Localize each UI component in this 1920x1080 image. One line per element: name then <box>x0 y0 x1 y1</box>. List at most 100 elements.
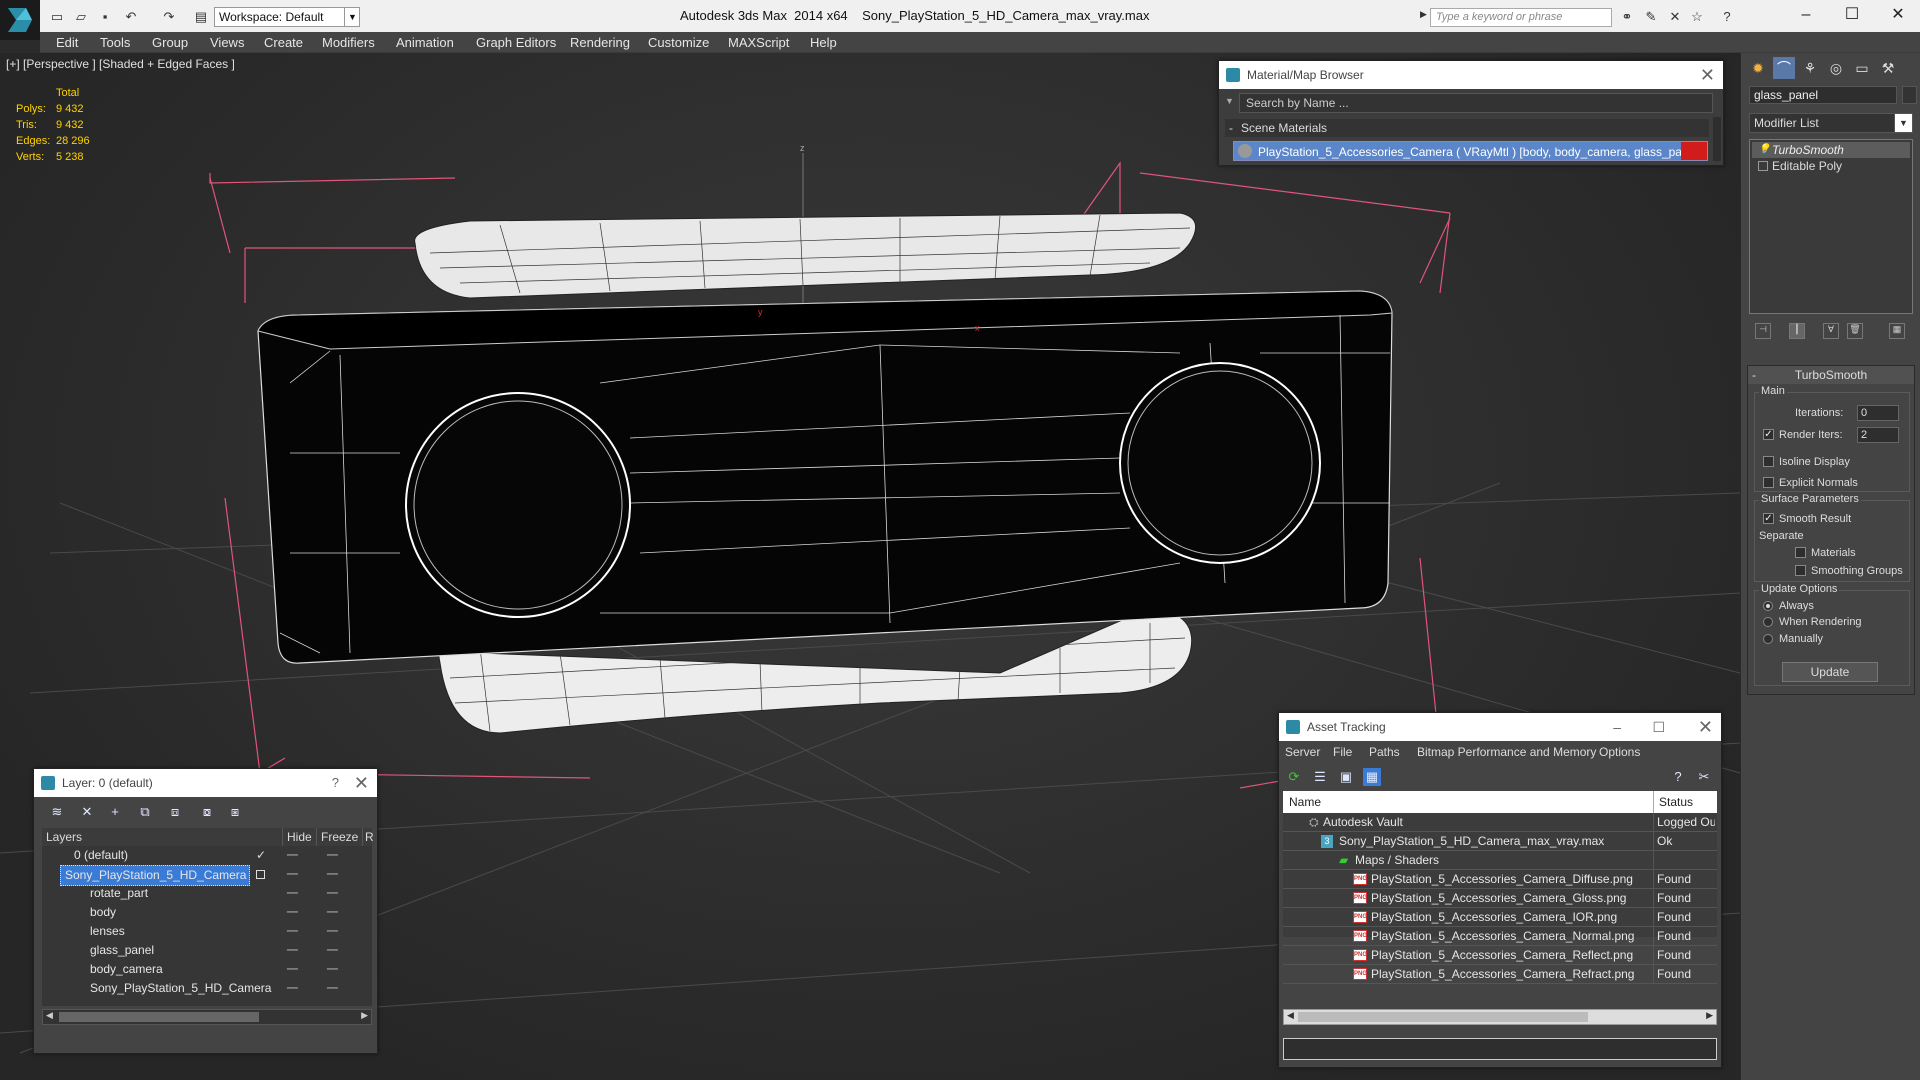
save-icon[interactable]: ▪ <box>96 8 114 26</box>
make-unique-icon[interactable]: ∀ <box>1823 323 1839 339</box>
column-render[interactable]: R <box>362 828 374 846</box>
favorites-star-icon[interactable]: ☆ <box>1688 8 1706 26</box>
vault-settings-icon[interactable]: ✂ <box>1695 768 1713 786</box>
menu-animation[interactable]: Animation <box>396 32 454 53</box>
workspace-dropdown[interactable]: Workspace: Default <box>214 7 360 27</box>
isoline-display-checkbox[interactable] <box>1763 456 1774 467</box>
menu-create[interactable]: Create <box>264 32 303 53</box>
create-tab-icon[interactable]: ✹ <box>1747 57 1769 79</box>
menu-maxscript[interactable]: MAXScript <box>728 32 789 53</box>
chevron-down-icon[interactable]: ▼ <box>1894 114 1912 132</box>
object-row-camera-root[interactable]: Sony_PlayStation_5_HD_Camera ━━ ━━ <box>42 979 372 998</box>
motion-tab-icon[interactable]: ◎ <box>1825 57 1847 79</box>
redo-icon[interactable]: ↷ <box>160 8 178 26</box>
column-layers[interactable]: Layers <box>46 828 82 846</box>
viewport-label[interactable]: [+] [Perspective ] [Shaded + Edged Faces… <box>6 57 235 71</box>
asset-row-maps[interactable]: ▰ Maps / Shaders <box>1283 851 1717 870</box>
layer-settings-icon[interactable]: ≋ <box>48 803 66 821</box>
expand-icon[interactable] <box>1758 161 1768 171</box>
column-hide[interactable]: Hide <box>282 828 312 846</box>
menu-help[interactable]: Help <box>810 32 837 53</box>
asset-menu-server[interactable]: Server <box>1285 741 1320 763</box>
hide-all-icon[interactable]: ⧇ <box>198 803 216 821</box>
minimize-button[interactable]: – <box>1783 0 1829 30</box>
asset-menu-options[interactable]: Options <box>1599 741 1640 763</box>
stack-item-turbosmooth[interactable]: 💡 TurboSmooth <box>1752 142 1910 158</box>
object-color-swatch[interactable] <box>1902 86 1917 104</box>
search-options-icon[interactable]: ▼ <box>1225 96 1234 106</box>
close-icon[interactable]: ✕ <box>1700 61 1715 89</box>
scroll-right-icon[interactable]: ▶ <box>361 1010 368 1021</box>
render-iters-checkbox[interactable]: ✓ <box>1763 429 1774 440</box>
material-browser-title[interactable]: Material/Map Browser ✕ <box>1219 61 1723 89</box>
asset-row-max-file[interactable]: 3 Sony_PlayStation_5_HD_Camera_max_vray.m… <box>1283 832 1717 851</box>
asset-horizontal-scrollbar[interactable]: ◀ ▶ <box>1283 1009 1717 1025</box>
asset-menu-file[interactable]: File <box>1333 741 1352 763</box>
scroll-thumb[interactable] <box>1298 1012 1588 1022</box>
column-name[interactable]: Name <box>1289 791 1321 813</box>
iterations-spinner[interactable]: 0 <box>1857 405 1899 421</box>
delete-layer-icon[interactable]: ✕ <box>78 803 96 821</box>
object-row-glass-panel[interactable]: glass_panel ━━ ━━ <box>42 941 372 960</box>
layer-row-camera[interactable]: Sony_PlayStation_5_HD_Camera ━━ ━━ <box>42 865 372 886</box>
lightbulb-icon[interactable]: 💡 <box>1758 142 1770 155</box>
maximize-button[interactable]: ☐ <box>1652 713 1665 741</box>
undo-icon[interactable]: ↶ <box>122 8 140 26</box>
remove-modifier-icon[interactable]: 🗑 <box>1847 323 1863 339</box>
menu-rendering[interactable]: Rendering <box>570 32 630 53</box>
asset-row-refract[interactable]: PNG PlayStation_5_Accessories_Camera_Refr… <box>1283 965 1717 984</box>
menu-edit[interactable]: Edit <box>56 32 78 53</box>
expand-arrow-icon[interactable]: ▶ <box>1420 9 1427 20</box>
refresh-icon[interactable]: ⟳ <box>1285 768 1303 786</box>
column-status[interactable]: Status <box>1653 791 1693 813</box>
menu-customize[interactable]: Customize <box>648 32 709 53</box>
tools-icon[interactable]: ✎ <box>1642 8 1660 26</box>
update-button[interactable]: Update <box>1782 662 1878 682</box>
asset-path-field[interactable] <box>1283 1038 1717 1060</box>
asset-menu-bitmap[interactable]: Bitmap Performance and Memory <box>1417 741 1596 763</box>
asset-tracking-title[interactable]: Asset Tracking – ☐ ✕ <box>1279 713 1721 741</box>
asset-row-reflect[interactable]: PNG PlayStation_5_Accessories_Camera_Refl… <box>1283 946 1717 965</box>
material-item[interactable]: PlayStation_5_Accessories_Camera ( VRayM… <box>1233 141 1708 161</box>
object-row-body[interactable]: body ━━ ━━ <box>42 903 372 922</box>
scroll-left-icon[interactable]: ◀ <box>1287 1010 1294 1021</box>
scroll-left-icon[interactable]: ◀ <box>46 1010 53 1021</box>
rollout-header[interactable]: - TurboSmooth <box>1748 366 1914 384</box>
smoothing-groups-checkbox[interactable] <box>1795 565 1806 576</box>
when-rendering-radio[interactable] <box>1763 617 1773 627</box>
list-view-icon[interactable]: ☰ <box>1311 768 1329 786</box>
smooth-result-checkbox[interactable]: ✓ <box>1763 513 1774 524</box>
menu-group[interactable]: Group <box>152 32 188 53</box>
hierarchy-tab-icon[interactable]: ⚘ <box>1799 57 1821 79</box>
manually-radio[interactable] <box>1763 634 1773 644</box>
utilities-tab-icon[interactable]: ⚒ <box>1877 57 1899 79</box>
select-objects-icon[interactable]: ⧉ <box>136 803 154 821</box>
display-tab-icon[interactable]: ▭ <box>1851 57 1873 79</box>
asset-row-vault[interactable]: ⛭ Autodesk Vault Logged Out <box>1283 813 1717 832</box>
pin-stack-icon[interactable]: ⊣ <box>1755 323 1771 339</box>
scroll-thumb[interactable] <box>59 1012 259 1022</box>
app-logo[interactable] <box>0 0 40 40</box>
help-icon[interactable]: ? <box>1718 8 1736 26</box>
help-icon[interactable]: ? <box>1669 768 1687 786</box>
asset-row-ior[interactable]: PNG PlayStation_5_Accessories_Camera_IOR.… <box>1283 908 1717 927</box>
menu-views[interactable]: Views <box>210 32 244 53</box>
render-iters-spinner[interactable]: 2 <box>1857 427 1899 443</box>
explicit-normals-checkbox[interactable] <box>1763 477 1774 488</box>
open-file-icon[interactable]: ▱ <box>72 8 90 26</box>
object-row-rotate-part[interactable]: rotate_part ━━ ━━ <box>42 884 372 903</box>
scrollbar[interactable] <box>1713 117 1721 161</box>
binoculars-icon[interactable]: ⚭ <box>1618 8 1636 26</box>
modify-tab-icon[interactable]: ⌒ <box>1773 57 1795 79</box>
always-radio[interactable] <box>1763 601 1773 611</box>
object-name-field[interactable]: glass_panel <box>1749 86 1897 104</box>
scroll-right-icon[interactable]: ▶ <box>1706 1010 1713 1021</box>
object-row-body-camera[interactable]: body_camera ━━ ━━ <box>42 960 372 979</box>
close-icon[interactable]: ✕ <box>354 769 369 797</box>
layer-panel-title[interactable]: Layer: 0 (default)? ✕ <box>34 769 377 797</box>
help-icon[interactable]: ? <box>332 769 339 797</box>
menu-graph-editors[interactable]: Graph Editors <box>476 32 556 53</box>
new-file-icon[interactable]: ▭ <box>48 8 66 26</box>
freeze-all-icon[interactable]: ⧆ <box>226 803 244 821</box>
menu-tools[interactable]: Tools <box>100 32 130 53</box>
